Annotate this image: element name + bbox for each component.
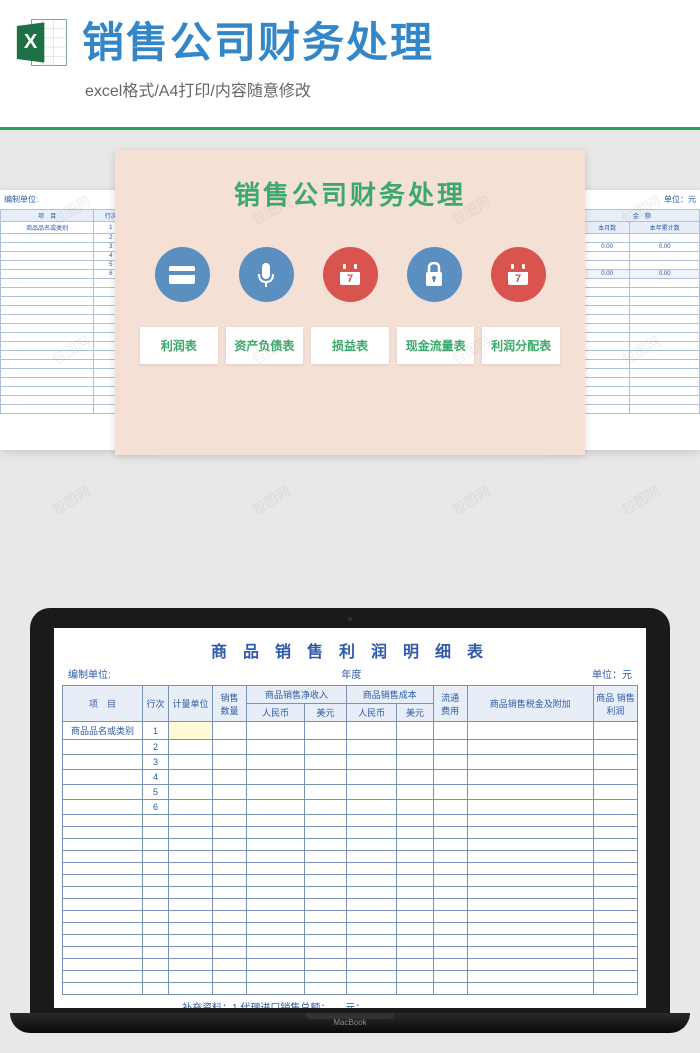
detail-unit-label: 编制单位: [68, 666, 111, 681]
preview-area: 编制单位: 项 目行次计 商品品名或类别1 2 3 4 5 6 单位：元 目金 … [0, 150, 700, 480]
table-row [63, 887, 638, 899]
col-circulation: 流通 费用 [433, 686, 467, 722]
svg-text:7: 7 [515, 273, 521, 285]
footer-note-1: 补充资料：1.代理进口销售总额： 元； [182, 1001, 638, 1008]
table-row [63, 959, 638, 971]
nav-balance[interactable]: 资产负债表 [226, 327, 304, 364]
col-usd-2: 美元 [397, 704, 433, 722]
laptop-mockup: 商 品 销 售 利 润 明 细 表 编制单位: 年度 单位：元 项 目 行次 计… [30, 608, 670, 1033]
laptop-brand: MacBook [333, 1018, 366, 1027]
table-row [63, 923, 638, 935]
nav-income[interactable]: 损益表 [311, 327, 389, 364]
table-row: 6 [63, 800, 638, 815]
table-row [63, 863, 638, 875]
svg-text:7: 7 [347, 273, 353, 285]
table-row: 3 [63, 755, 638, 770]
col-cost: 商品销售成本 [346, 686, 433, 704]
detail-meta: 编制单位: 年度 单位：元 [62, 666, 638, 685]
nav-cashflow[interactable]: 现金流量表 [397, 327, 475, 364]
table-row [63, 971, 638, 983]
center-title: 销售公司财务处理 [135, 175, 565, 212]
col-item: 项 目 [63, 686, 143, 722]
table-row [63, 851, 638, 863]
table-row: 商品品名或类别1 [63, 722, 638, 740]
table-row [63, 911, 638, 923]
card-icon [155, 247, 210, 302]
table-row [63, 839, 638, 851]
page-title: 销售公司财务处理 [82, 22, 434, 64]
laptop-base: MacBook [10, 1013, 690, 1033]
page-header: X 销售公司财务处理 excel格式/A4打印/内容随意修改 [0, 0, 700, 130]
col-row-num: 行次 [143, 686, 169, 722]
table-row: 2 [63, 740, 638, 755]
calendar-icon-2: 7 [491, 247, 546, 302]
table-row [63, 935, 638, 947]
col-qty: 销售 数量 [213, 686, 247, 722]
table-row [63, 827, 638, 839]
detail-table: 项 目 行次 计量单位 销售 数量 商品销售净收入 商品销售成本 流通 费用 商… [62, 685, 638, 995]
col-unit: 计量单位 [169, 686, 213, 722]
table-row [63, 899, 638, 911]
col-tax: 商品销售税金及附加 [467, 686, 593, 722]
preview-center-card: 销售公司财务处理 7 7 利润表 资产负债表 损益表 现金流量表 利润分配表 [115, 150, 585, 455]
nav-distribution[interactable]: 利润分配表 [482, 327, 560, 364]
table-row [63, 947, 638, 959]
col-profit: 商品 销售利润 [594, 686, 638, 722]
col-rmb-2: 人民币 [346, 704, 396, 722]
laptop-camera [348, 617, 352, 621]
detail-tbody: 商品品名或类别1 2 3 4 5 6 [63, 722, 638, 995]
svg-text:X: X [24, 31, 38, 53]
col-rmb-1: 人民币 [247, 704, 305, 722]
table-row [63, 815, 638, 827]
detail-currency: 单位：元 [592, 666, 632, 681]
lock-icon [407, 247, 462, 302]
table-row [63, 983, 638, 995]
laptop-frame: 商 品 销 售 利 润 明 细 表 编制单位: 年度 单位：元 项 目 行次 计… [30, 608, 670, 1013]
nav-profit[interactable]: 利润表 [140, 327, 218, 364]
mic-icon [239, 247, 294, 302]
laptop-screen: 商 品 销 售 利 润 明 细 表 编制单位: 年度 单位：元 项 目 行次 计… [54, 628, 646, 1008]
table-row [63, 875, 638, 887]
col-usd-1: 美元 [305, 704, 347, 722]
excel-icon: X [15, 15, 70, 70]
icon-row: 7 7 [135, 247, 565, 302]
table-row: 4 [63, 770, 638, 785]
calendar-icon: 7 [323, 247, 378, 302]
col-net-income: 商品销售净收入 [247, 686, 347, 704]
page-subtitle: excel格式/A4打印/内容随意修改 [0, 77, 700, 101]
table-row: 5 [63, 785, 638, 800]
detail-period: 年度 [341, 666, 361, 681]
detail-title: 商 品 销 售 利 润 明 细 表 [62, 638, 638, 662]
button-row: 利润表 资产负债表 损益表 现金流量表 利润分配表 [135, 327, 565, 364]
footer-notes: 补充资料：1.代理进口销售总额： 元； 2.代理出口销售总额： 元。 [62, 995, 638, 1008]
